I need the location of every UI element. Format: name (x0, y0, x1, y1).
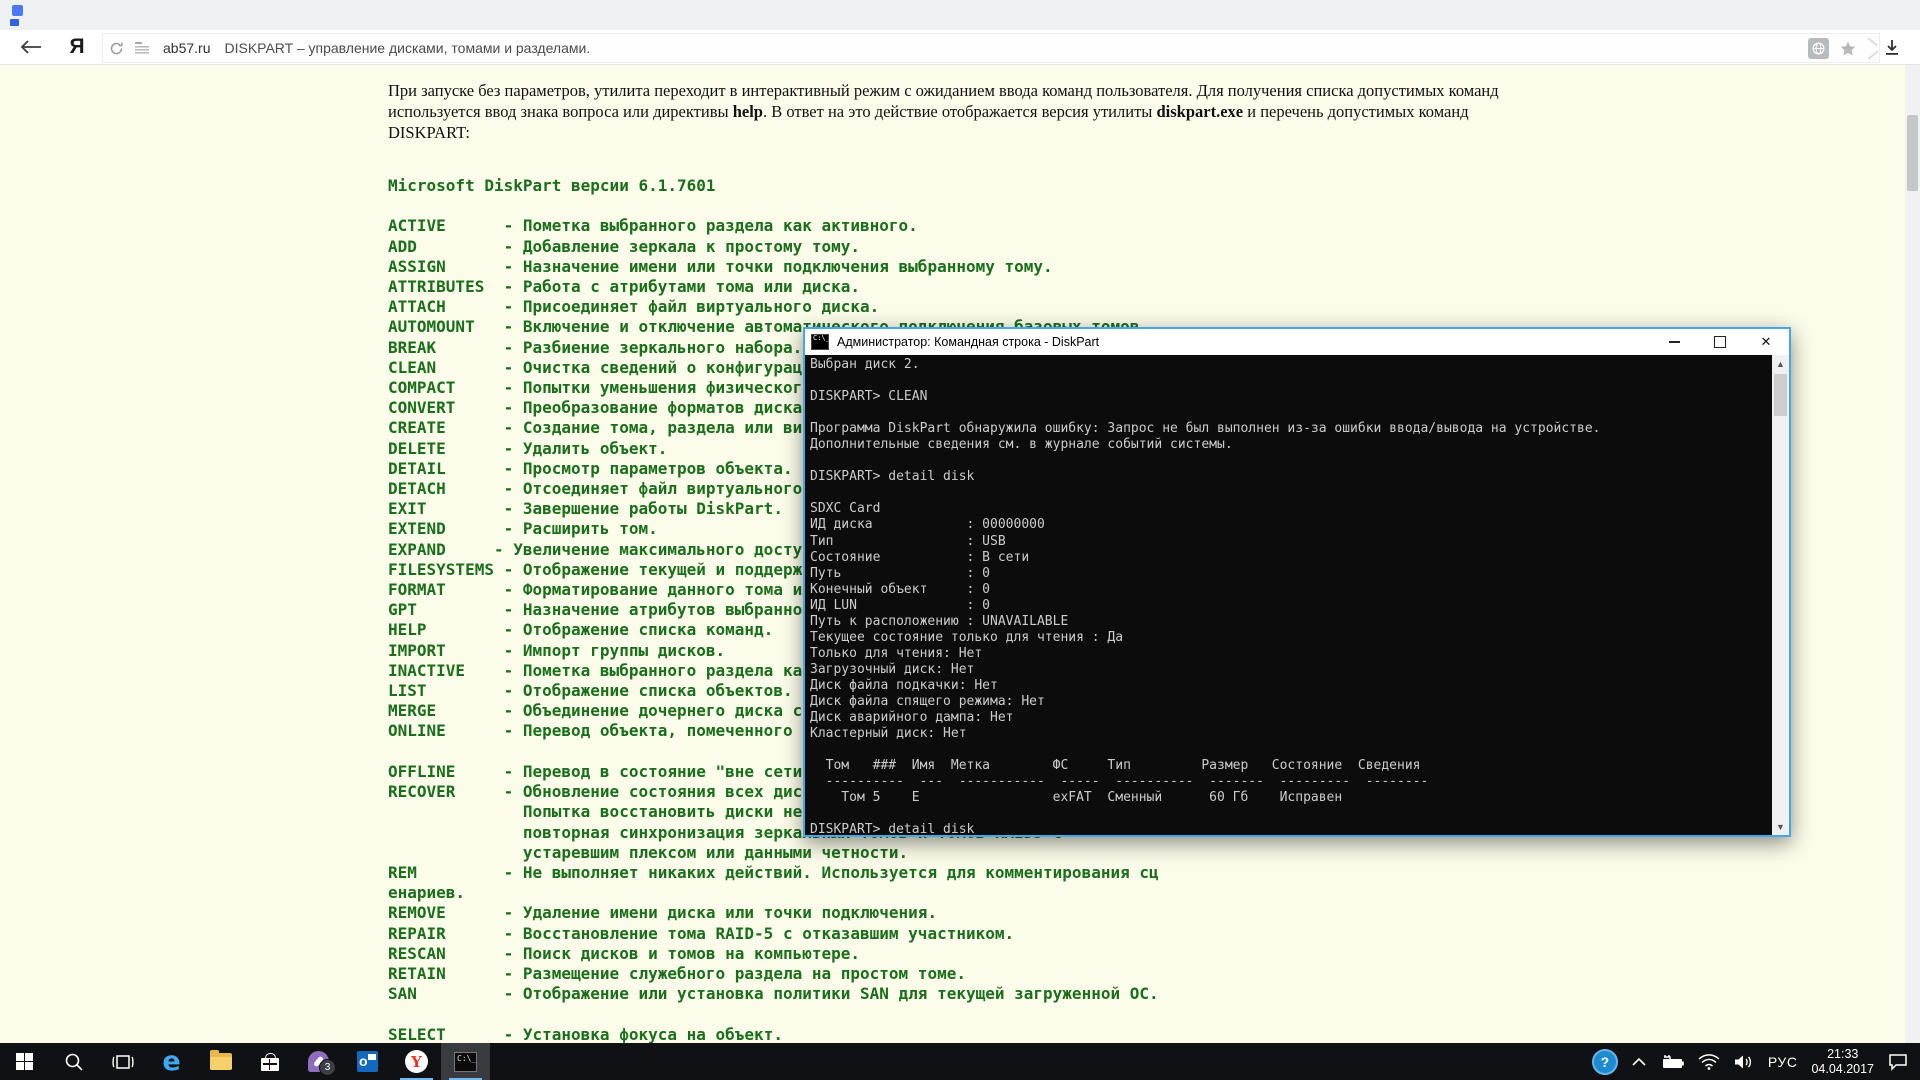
taskbar-edge-button[interactable]: e (147, 1043, 196, 1080)
console-scrollbar-thumb[interactable] (1774, 374, 1787, 416)
console-title-bar[interactable]: C:\_ Администратор: Командная строка - D… (805, 329, 1789, 355)
volume-icon (1734, 1055, 1751, 1068)
taskbar-store-button[interactable] (245, 1043, 294, 1080)
console-window: C:\_ Администратор: Командная строка - D… (803, 327, 1791, 837)
battery-tray-icon[interactable] (1660, 1054, 1684, 1070)
globe-icon (1812, 41, 1825, 55)
windows-logo-icon (15, 1052, 34, 1071)
clock-time: 21:33 (1827, 1046, 1859, 1061)
downloads-button[interactable] (1874, 30, 1910, 64)
close-icon: ✕ (1760, 334, 1772, 349)
taskbar-viber-button[interactable]: 3 (294, 1043, 343, 1080)
cmd-icon: C:\_ (811, 334, 830, 350)
yandex-browser-icon: Y (405, 1050, 428, 1073)
wifi-tray-icon[interactable] (1698, 1053, 1720, 1070)
console-output-area: Выбран диск 2. DISKPART> CLEAN Программа… (805, 355, 1789, 835)
battery-charging-icon (1662, 1054, 1684, 1068)
task-view-button[interactable] (98, 1043, 147, 1080)
viber-badge: 3 (319, 1059, 336, 1076)
taskbar: e 3 o Y C:\_ ? РУС 21:33 04.04.2017 (0, 1043, 1920, 1080)
hidden-icons-button[interactable] (1632, 1057, 1646, 1066)
search-icon (65, 1053, 83, 1071)
console-output: Выбран диск 2. DISKPART> CLEAN Программа… (810, 357, 1601, 835)
bookmark-star-icon[interactable] (1839, 40, 1857, 57)
scroll-down-icon[interactable]: ▼ (1772, 818, 1789, 835)
wifi-icon (1698, 1053, 1720, 1070)
maximize-icon (1714, 336, 1726, 348)
console-title: Администратор: Командная строка - DiskPa… (837, 335, 1100, 349)
address-bar[interactable]: ab57.ru DISKPART – управление дисками, т… (102, 33, 1880, 63)
help-tray-icon[interactable]: ? (1591, 1048, 1618, 1075)
taskbar-search-button[interactable] (49, 1043, 98, 1080)
intro-paragraph: При запуске без параметров, утилита пере… (388, 81, 1499, 142)
back-icon (20, 40, 41, 54)
favicon-shape (10, 19, 19, 26)
address-domain: ab57.ru (163, 40, 211, 56)
outlook-icon: o (357, 1051, 378, 1072)
address-page-title: DISKPART – управление дисками, томами и … (224, 40, 591, 56)
scroll-up-icon[interactable]: ▲ (1772, 355, 1789, 372)
taskbar-command-prompt-button[interactable]: C:\_ (441, 1043, 490, 1080)
taskbar-file-explorer-button[interactable] (196, 1043, 245, 1080)
clock-date: 04.04.2017 (1811, 1061, 1874, 1076)
command-prompt-icon: C:\_ (454, 1051, 477, 1072)
chevron-up-icon (1632, 1057, 1646, 1066)
edge-icon: e (162, 1046, 181, 1077)
taskbar-clock[interactable]: 21:33 04.04.2017 (1811, 1047, 1874, 1077)
reader-mode-button[interactable] (129, 34, 155, 62)
close-button[interactable]: ✕ (1743, 329, 1789, 355)
console-scrollbar[interactable]: ▲ ▼ (1772, 355, 1789, 835)
store-icon (260, 1052, 279, 1071)
browser-tab-strip (0, 0, 1920, 30)
system-tray: ? РУС 21:33 04.04.2017 (1591, 1043, 1920, 1080)
yandex-home-button[interactable]: Я (62, 30, 92, 64)
back-button[interactable] (14, 30, 48, 64)
action-center-button[interactable] (1888, 1053, 1908, 1071)
page-scrollbar[interactable] (1905, 65, 1920, 1043)
start-button[interactable] (0, 1043, 49, 1080)
refresh-button[interactable] (103, 34, 129, 62)
task-view-icon (111, 1054, 134, 1069)
download-icon (1886, 39, 1898, 55)
pinned-tab-favicon-fragment[interactable] (10, 4, 24, 26)
refresh-icon (110, 42, 123, 54)
favicon-shape (12, 5, 23, 16)
maximize-button[interactable] (1697, 329, 1743, 355)
reader-mode-icon (134, 41, 149, 54)
taskbar-outlook-button[interactable]: o (343, 1043, 392, 1080)
viber-icon: 3 (308, 1051, 336, 1076)
file-explorer-icon (209, 1050, 232, 1070)
volume-tray-icon[interactable] (1734, 1054, 1754, 1070)
page-scrollbar-thumb[interactable] (1907, 115, 1918, 191)
site-security-badge[interactable] (1808, 37, 1829, 59)
minimize-button[interactable] (1651, 329, 1697, 355)
screen: Я ab57.ru DISKPART – управление дисками,… (0, 0, 1920, 1080)
language-indicator[interactable]: РУС (1768, 1054, 1798, 1070)
action-center-icon (1889, 1053, 1907, 1071)
minimize-icon (1668, 341, 1680, 343)
browser-toolbar: Я ab57.ru DISKPART – управление дисками,… (0, 30, 1920, 65)
taskbar-yandex-browser-button[interactable]: Y (392, 1043, 441, 1080)
